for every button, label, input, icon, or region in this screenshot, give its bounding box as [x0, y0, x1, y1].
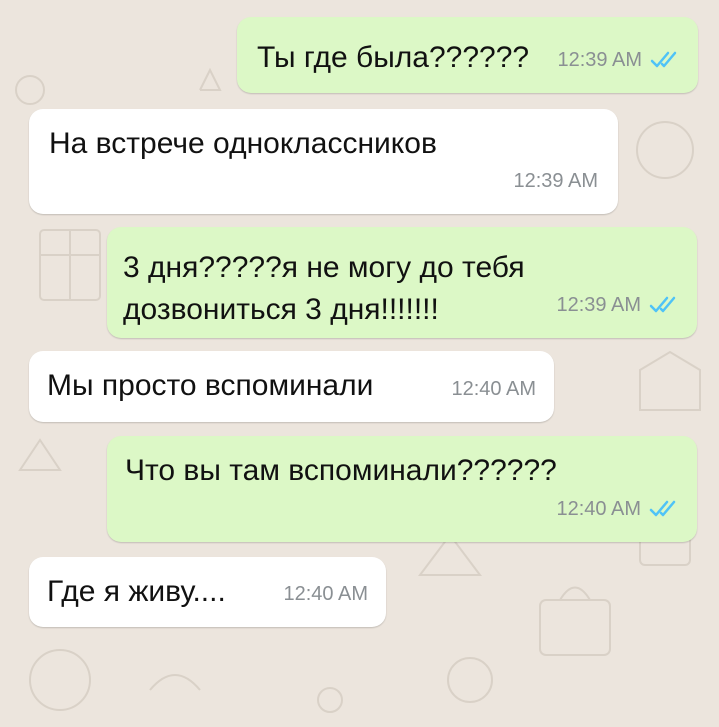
message-timestamp: 12:39 AM	[556, 294, 641, 316]
double-check-read-icon	[649, 500, 676, 517]
double-check-read-icon	[649, 296, 676, 313]
message-text: Ты где была??????	[257, 41, 530, 74]
message-timestamp: 12:40 AM	[283, 583, 368, 605]
message-meta: 12:40 AM	[451, 368, 536, 410]
message-text: Мы просто вспоминали	[47, 369, 374, 402]
message-bubble-incoming[interactable]: Где я живу.... 12:40 AM	[29, 557, 386, 627]
message-bubble-outgoing[interactable]: 3 дня?????я не могу до тебя дозвониться …	[107, 227, 697, 338]
message-meta: 12:40 AM	[556, 488, 679, 530]
message-timestamp: 12:40 AM	[451, 378, 536, 400]
message-text: Что вы там вспоминали??????	[125, 454, 557, 487]
message-timestamp: 12:39 AM	[557, 49, 642, 71]
chat-area[interactable]: Ты где была?????? 12:39 AM На встрече од…	[0, 0, 719, 727]
message-bubble-outgoing[interactable]: Что вы там вспоминали?????? 12:40 AM	[107, 436, 697, 542]
double-check-read-icon	[650, 51, 677, 68]
message-meta: 12:39 AM	[556, 284, 679, 326]
message-text: На встрече одноклассников	[49, 127, 437, 160]
message-meta: 12:40 AM	[283, 573, 368, 615]
message-bubble-outgoing[interactable]: Ты где была?????? 12:39 AM	[237, 17, 698, 93]
message-timestamp: 12:40 AM	[556, 498, 641, 520]
message-meta: 12:39 AM	[513, 160, 598, 202]
message-meta: 12:39 AM	[557, 39, 680, 81]
message-timestamp: 12:39 AM	[513, 170, 598, 192]
message-bubble-incoming[interactable]: Мы просто вспоминали 12:40 AM	[29, 351, 554, 422]
message-bubble-incoming[interactable]: На встрече одноклассников 12:39 AM	[29, 109, 618, 214]
message-text: Где я живу....	[47, 575, 226, 608]
message-text: 3 дня?????я не могу до тебя дозвониться …	[123, 251, 525, 326]
